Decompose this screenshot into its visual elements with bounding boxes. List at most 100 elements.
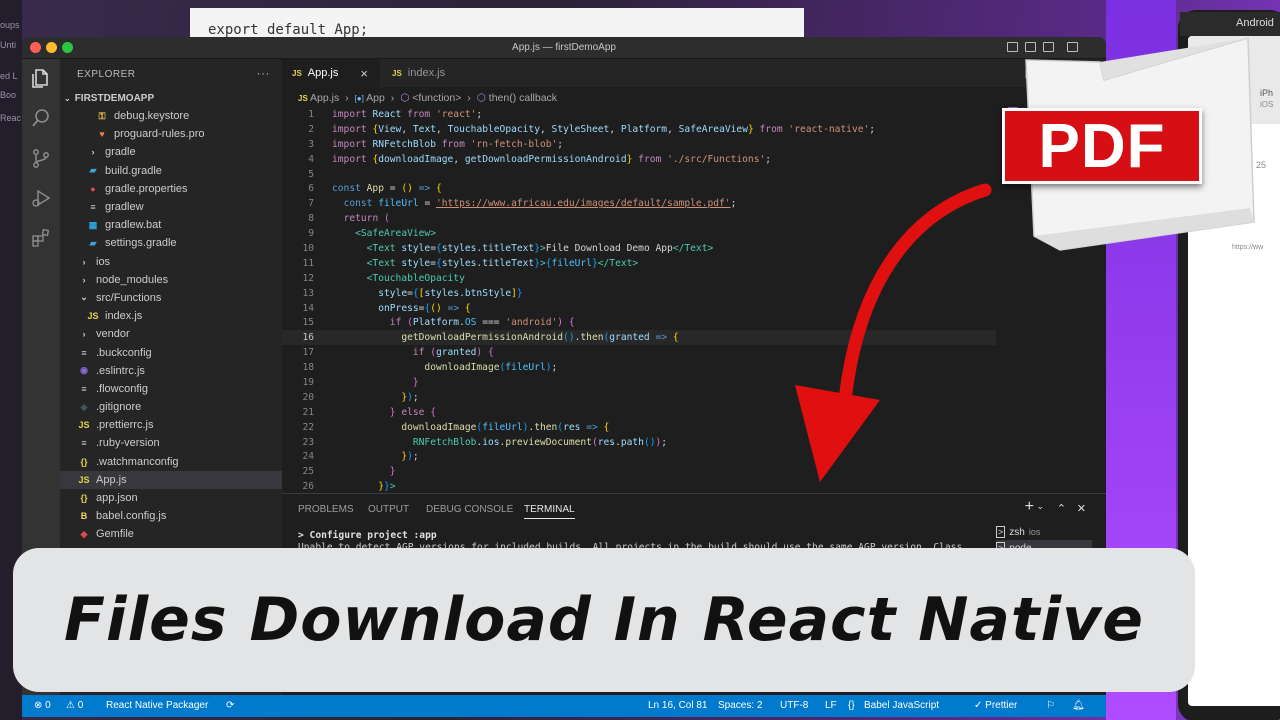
tree-item[interactable]: JS index.js xyxy=(60,307,282,325)
code-token: from xyxy=(407,108,436,120)
code-line[interactable]: 7 const fileUrl = 'https://www.africau.e… xyxy=(282,196,996,211)
code-token: const xyxy=(332,183,367,195)
source-control-icon[interactable] xyxy=(30,147,52,169)
language-mode[interactable]: Babel JavaScript xyxy=(864,700,939,711)
tree-item[interactable]: ◆ .gitignore xyxy=(60,398,282,416)
tree-item[interactable]: ≡ .ruby-version xyxy=(60,434,282,452)
terminal-item-zsh[interactable]: > zsh ios xyxy=(996,524,1092,540)
tree-item-label: .flowconfig xyxy=(96,382,148,395)
sync-icon[interactable]: ⟳ xyxy=(226,700,234,711)
code-line[interactable]: 5 xyxy=(282,167,996,182)
tree-item[interactable]: ◆ Gemfile xyxy=(60,525,282,543)
customize-layout-icon[interactable] xyxy=(1067,42,1078,52)
code-line[interactable]: 3 import RNFetchBlob from 'rn-fetch-blob'… xyxy=(282,137,996,152)
code-line[interactable]: 10 <Text style ={styles.titleText} > File D… xyxy=(282,241,996,256)
tree-item[interactable]: › node_modules xyxy=(60,271,282,289)
tab-problems[interactable]: PROBLEMS xyxy=(298,504,354,515)
tab-output[interactable]: OUTPUT xyxy=(368,504,409,515)
tree-item[interactable]: Bbabel.config.js xyxy=(60,507,282,525)
tree-item[interactable]: ⌄ src/Functions xyxy=(60,289,282,307)
feedback-icon[interactable]: ⚐ xyxy=(1046,700,1055,711)
code-line[interactable]: 26 }} > xyxy=(282,479,996,494)
file-type-icon: ≡ xyxy=(81,383,87,394)
more-actions-icon[interactable]: ··· xyxy=(257,66,271,80)
extensions-icon[interactable] xyxy=(30,227,52,249)
code-line[interactable]: 16 getDownloadPermissionAndroid(). then(g… xyxy=(282,330,996,346)
tab-app-js[interactable]: JS App.js × xyxy=(282,59,380,87)
background-document: export default App; xyxy=(190,8,804,40)
code-line[interactable]: 14 onPress ={() => { xyxy=(282,301,996,316)
packager-status[interactable]: React Native Packager xyxy=(106,700,208,711)
notifications-icon[interactable]: 🔔︎ xyxy=(1072,700,1085,711)
code-line[interactable]: 24 }); xyxy=(282,449,996,464)
code-line[interactable]: 2 import {View, Text, TouchableOpacity, S… xyxy=(282,122,996,137)
files-icon[interactable] xyxy=(30,67,52,89)
code-line[interactable]: 17 if (granted) { xyxy=(282,345,996,360)
warnings-count[interactable]: ⚠ 0 xyxy=(66,700,83,711)
tree-item[interactable]: › gradle xyxy=(60,143,282,161)
code-line[interactable]: 11 <Text style ={styles.titleText} >{fileU… xyxy=(282,256,996,271)
tree-item[interactable]: JS App.js xyxy=(60,470,282,489)
tab-index-js[interactable]: JS index.js xyxy=(382,59,478,87)
code-line[interactable]: 22 downloadImage(fileUrl). then(res => { xyxy=(282,420,996,435)
tab-terminal[interactable]: TERMINAL xyxy=(524,504,575,519)
code-line[interactable]: 20 }); xyxy=(282,390,996,405)
cursor-position[interactable]: Ln 16, Col 81 xyxy=(648,700,708,711)
tree-item[interactable]: ● gradle.properties xyxy=(60,180,282,198)
tree-item[interactable]: › vendor xyxy=(60,325,282,343)
breadcrumb-symbol[interactable]: then() callback xyxy=(489,92,557,104)
tree-item[interactable]: ◉ .eslintrc.js xyxy=(60,362,282,380)
code-line[interactable]: 1 import React from 'react'; xyxy=(282,107,996,122)
code-editor[interactable]: 1 import React from 'react'; 2 import {View… xyxy=(282,107,996,493)
prettier-status[interactable]: ✓ Prettier xyxy=(974,700,1017,711)
tree-item[interactable]: ▰ settings.gradle xyxy=(60,234,282,252)
close-tab-icon[interactable]: × xyxy=(360,66,368,81)
code-line[interactable]: 19 } xyxy=(282,375,996,390)
code-line[interactable]: 25 } xyxy=(282,464,996,479)
tree-item[interactable]: JS .prettierrc.js xyxy=(60,416,282,434)
code-line[interactable]: 12 <TouchableOpacity xyxy=(282,271,996,286)
toggle-sidebar-icon[interactable] xyxy=(1007,42,1018,52)
code-line[interactable]: 6 const App = () => { xyxy=(282,181,996,196)
breadcrumb-symbol[interactable]: <function> xyxy=(412,92,461,104)
tree-item[interactable]: {} .watchmanconfig xyxy=(60,453,282,471)
tab-debug-console[interactable]: DEBUG CONSOLE xyxy=(426,504,513,515)
code-line[interactable]: 9 <SafeAreaView> xyxy=(282,226,996,241)
code-token: ) xyxy=(476,347,488,359)
tree-item[interactable]: ≡ .buckconfig xyxy=(60,343,282,361)
pdf-label: PDF xyxy=(1038,111,1166,181)
indentation[interactable]: Spaces: 2 xyxy=(718,700,762,711)
code-line[interactable]: 23 RNFetchBlob. ios. previewDocument(res. p… xyxy=(282,435,996,450)
maximize-panel-icon[interactable]: ⌃ xyxy=(1057,502,1066,515)
project-folder[interactable]: ⌄ FIRSTDEMOAPP xyxy=(60,89,282,107)
tree-item[interactable]: ▰ build.gradle xyxy=(60,162,282,180)
tree-item[interactable]: ♥ proguard-rules.pro xyxy=(60,125,282,143)
code-token: downloadImage xyxy=(401,421,477,433)
tree-item[interactable]: ≡ gradlew xyxy=(60,198,282,216)
tree-item[interactable]: ≡ .flowconfig xyxy=(60,380,282,398)
tree-item[interactable]: › ios xyxy=(60,253,282,271)
tree-item[interactable]: ⚿ debug.keystore xyxy=(60,107,282,125)
line-ending[interactable]: LF xyxy=(825,700,837,711)
tree-item[interactable]: ▦ gradlew.bat xyxy=(60,216,282,234)
breadcrumb-symbol[interactable]: App xyxy=(366,92,385,104)
close-panel-icon[interactable]: ✕ xyxy=(1077,502,1086,515)
code-line[interactable]: 8 return ( xyxy=(282,211,996,226)
code-line[interactable]: 13 style ={[styles.btnStyle]} xyxy=(282,286,996,301)
errors-count[interactable]: ⊗ 0 xyxy=(34,700,51,711)
encoding[interactable]: UTF-8 xyxy=(780,700,808,711)
run-debug-icon[interactable] xyxy=(30,187,52,209)
tree-item[interactable]: {} app.json xyxy=(60,489,282,507)
code-line[interactable]: 18 downloadImage(fileUrl); xyxy=(282,360,996,375)
toggle-panel-icon[interactable] xyxy=(1025,42,1036,52)
code-line[interactable]: 4 import {downloadImage, getDownloadPermi… xyxy=(282,152,996,167)
breadcrumb-file[interactable]: App.js xyxy=(310,92,339,104)
new-terminal-icon[interactable]: + xyxy=(1025,498,1034,516)
code-line[interactable]: 21 } else { xyxy=(282,405,996,420)
toggle-secondary-sidebar-icon[interactable] xyxy=(1043,42,1054,52)
code-line[interactable]: 15 if (Platform. OS === 'android') { xyxy=(282,315,996,330)
search-icon[interactable] xyxy=(30,107,52,129)
run-icon[interactable]: ▷ xyxy=(1026,67,1034,80)
terminal-dropdown-icon[interactable]: ⌄ xyxy=(1036,501,1044,512)
